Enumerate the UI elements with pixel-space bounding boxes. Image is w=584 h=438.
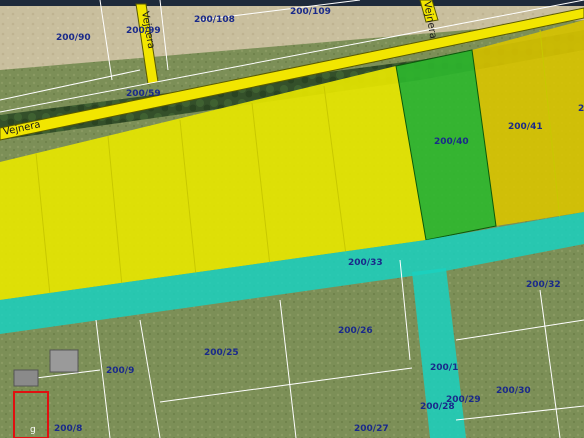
parcel-label: 200/26	[338, 326, 373, 336]
map-canvas[interactable]: Vejnera Vejnera Vejnera 200/90 200/99 20…	[0, 0, 584, 438]
building	[49, 349, 79, 373]
top-dark-strip	[0, 0, 584, 6]
parcel-label: 200/30	[496, 386, 531, 396]
parcel-label: 200/90	[56, 33, 91, 43]
parcel-label: 2	[578, 104, 584, 114]
parcel-label: 200/41	[508, 122, 543, 132]
parcel-label: 200/99	[126, 26, 161, 36]
parcel-label: 200/32	[526, 280, 561, 290]
parcel-label: 200/28	[420, 402, 455, 412]
parcel-label: 200/40	[434, 137, 469, 147]
parcel-label: 200/108	[194, 15, 235, 25]
parcel-label: 200/9	[106, 366, 134, 376]
parcel-label: 200/25	[204, 348, 239, 358]
parcel-label: 200/27	[354, 424, 389, 434]
parcel-label: 200/109	[290, 7, 331, 17]
highlight-marker-label: g	[30, 425, 36, 435]
parcel-label: 200/8	[54, 424, 82, 434]
parcel-label: 200/33	[348, 258, 383, 268]
parcel-label: 200/1	[430, 363, 458, 373]
cadastral-map[interactable]: Vejnera Vejnera Vejnera 200/90 200/99 20…	[0, 0, 584, 438]
parcel-label: 200/59	[126, 89, 161, 99]
building	[13, 369, 39, 387]
